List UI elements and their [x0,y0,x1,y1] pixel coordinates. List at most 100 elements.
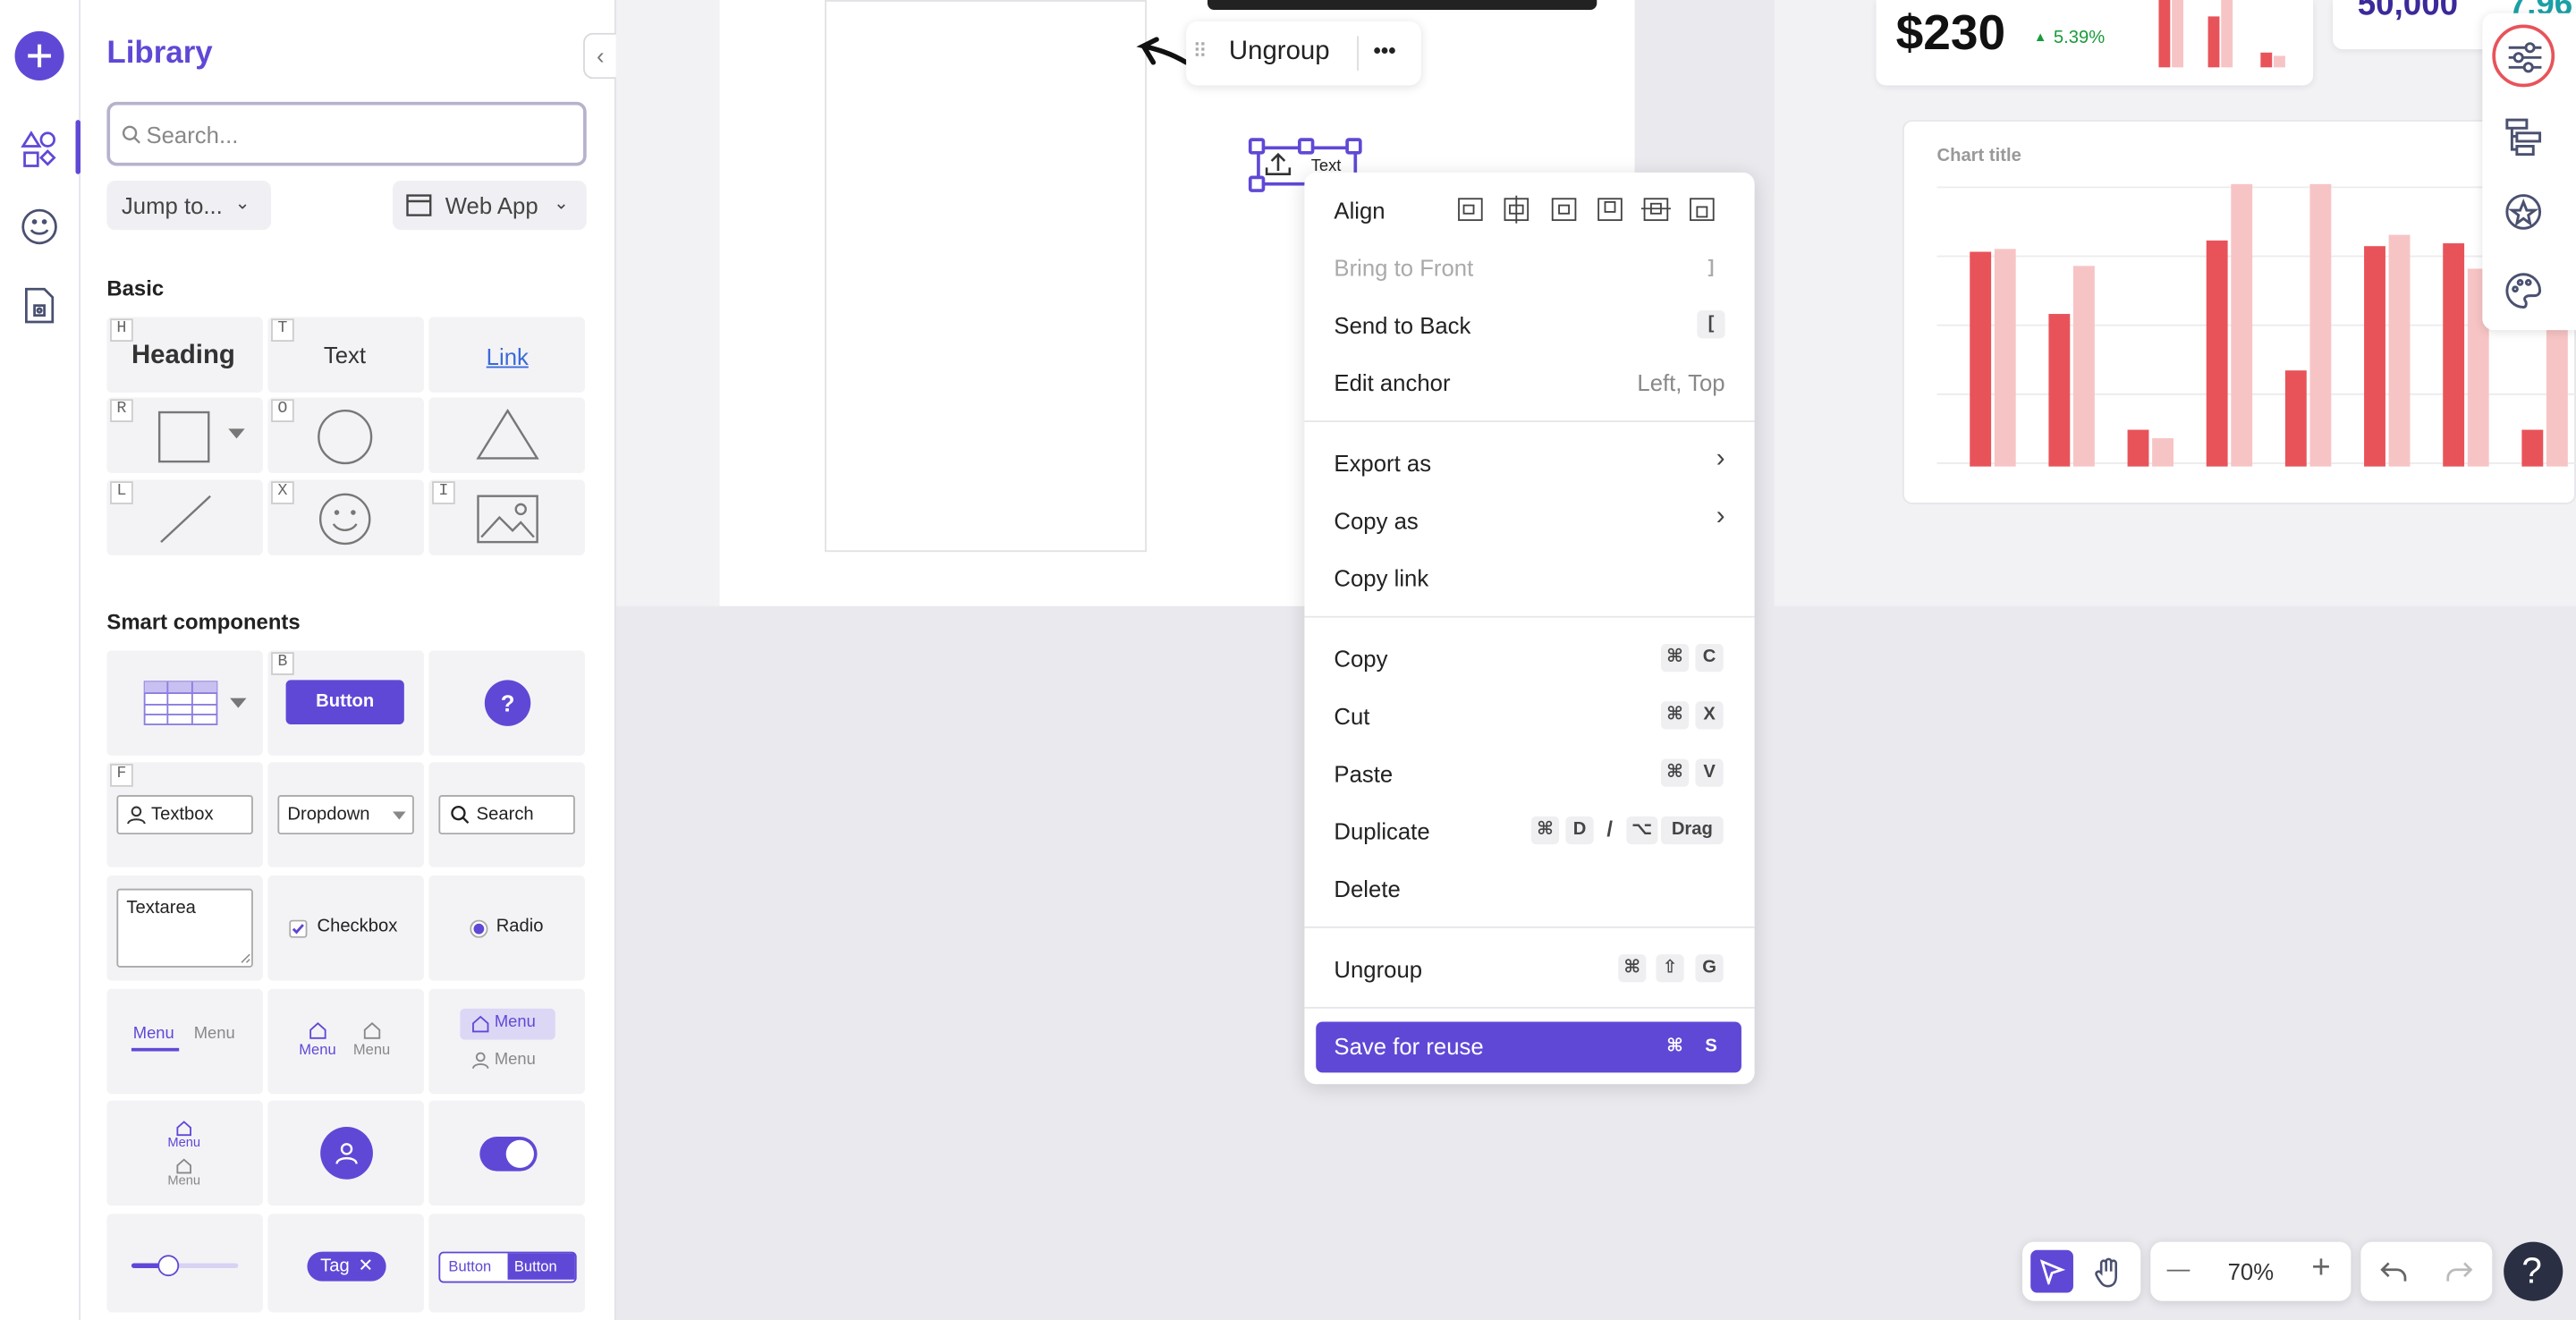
redo-icon[interactable] [2445,1257,2474,1286]
menu-copy-link[interactable]: Copy link [1334,565,1428,591]
tile-icon-menu[interactable]: Menu Menu [267,988,424,1095]
home-icon [472,1015,489,1033]
pointer-icon [2039,1259,2065,1285]
help-button[interactable]: ? [2504,1241,2563,1301]
tile-line[interactable]: L [106,479,263,555]
menu-duplicate[interactable]: Duplicate [1334,818,1429,844]
menu-item-active: Menu [167,1135,201,1150]
menu-export-as[interactable]: Export as [1334,450,1431,476]
right-toolbar [2482,13,2576,331]
price-card[interactable]: $230 ▲ 5.39% [1876,0,2314,86]
search-preview-label: Search [476,805,534,825]
ungroup-button[interactable]: Ungroup [1229,38,1330,67]
tile-link[interactable]: Link [428,317,585,393]
sliders-icon [2508,42,2542,73]
tile-avatar[interactable] [267,1100,424,1206]
shortcut-key: F [110,764,133,787]
tile-tag[interactable]: Tag ✕ [267,1214,424,1313]
option-key: ⌥ [1626,816,1657,845]
collapse-panel-button[interactable]: ‹ [583,32,616,80]
number-a: 50,000 [2357,0,2459,23]
menu-delete[interactable]: Delete [1334,876,1400,901]
resize-grip-icon [241,953,250,963]
menu-paste[interactable]: Paste [1334,760,1393,786]
undo-icon[interactable] [2379,1257,2409,1286]
caret-down-icon [392,811,406,820]
menu-copy[interactable]: Copy [1334,646,1387,672]
tile-table[interactable] [106,650,263,756]
tile-vertical-menu[interactable]: Menu Menu [428,988,585,1095]
resize-handle[interactable] [1248,175,1266,192]
chart-bar [2388,234,2411,467]
layers-tree-icon[interactable] [2504,116,2543,157]
saved-components-icon[interactable] [20,286,59,326]
user-icon [335,1143,358,1164]
home-icon [309,1022,326,1039]
properties-button[interactable] [2492,24,2555,88]
caret-down-icon[interactable] [228,697,248,710]
menu-cut[interactable]: Cut [1334,703,1369,729]
resize-handle[interactable] [1298,138,1315,155]
more-options-icon[interactable]: ••• [1374,38,1396,63]
tile-textbox[interactable]: F Textbox [106,762,263,867]
emoji-icon[interactable] [20,207,59,246]
hand-tool-icon[interactable] [2091,1257,2124,1290]
menu-copy-as[interactable]: Copy as [1334,508,1418,534]
tile-image[interactable]: I [428,479,585,555]
drag-handle-icon[interactable]: ⠿ [1192,39,1207,63]
tile-search[interactable]: Search [428,762,585,867]
menu-ungroup[interactable]: Ungroup [1334,956,1422,982]
save-for-reuse-button[interactable]: Save for reuse ⌘ S [1316,1021,1741,1073]
chart-bar [2521,429,2544,467]
tile-button[interactable]: B Button [267,650,424,756]
tile-button-group[interactable]: Button Button [428,1214,585,1313]
chart-bar [2231,183,2253,467]
edit-anchor-value: Left, Top [1637,369,1725,396]
select-tool-button[interactable] [2030,1249,2073,1293]
left-rail [0,0,81,1320]
palette-icon[interactable] [2504,271,2543,310]
tile-emoji[interactable]: X [267,479,424,555]
jump-to-dropdown[interactable]: Jump to... ⌄ [106,181,272,231]
zoom-out-button[interactable]: — [2167,1255,2190,1281]
tile-text[interactable]: T Text [267,317,424,393]
avatar [320,1127,373,1180]
frame-placeholder[interactable] [825,0,1148,553]
chart-bar [2048,314,2071,467]
tile-heading[interactable]: H Heading [106,317,263,393]
caret-down-icon[interactable] [226,427,246,441]
tile-checkbox[interactable]: Checkbox [267,875,424,981]
resize-handle[interactable] [1345,138,1362,155]
chart-title: Chart title [1936,146,2021,166]
menu-send-back[interactable]: Send to Back [1334,312,1470,338]
tile-slider[interactable] [106,1214,263,1313]
tile-stacked-menu[interactable]: Menu Menu [106,1100,263,1206]
tile-tab-menu[interactable]: Menu Menu [106,988,263,1095]
radio-preview-label: Radio [496,916,544,936]
search-input[interactable] [146,118,574,151]
menu-item: Menu [193,1025,235,1044]
magic-star-icon[interactable] [2504,192,2543,232]
tile-rectangle[interactable]: R [106,397,263,473]
library-search[interactable] [106,101,587,166]
tile-oval[interactable]: O [267,397,424,473]
tile-dropdown[interactable]: Dropdown [267,762,424,867]
button-group-preview: Button Button [438,1251,577,1283]
menu-edit-anchor[interactable]: Edit anchor [1334,369,1450,395]
tile-toggle[interactable] [428,1100,585,1206]
shapes-icon[interactable] [20,130,59,169]
tile-textarea[interactable]: Textarea [106,875,263,981]
chart-bar [2443,243,2465,467]
resize-handle[interactable] [1248,138,1266,155]
chart-card[interactable]: Chart title [1902,120,2576,504]
tile-radio[interactable]: Radio [428,875,585,981]
platform-dropdown[interactable]: Web App ⌄ [392,181,587,231]
browser-window-icon [406,194,432,216]
tile-help-icon[interactable]: ? [428,650,585,756]
button-group-second: Button [513,1257,557,1275]
add-button[interactable] [14,30,64,81]
tile-triangle[interactable] [428,397,585,473]
smiley-icon [318,493,371,546]
zoom-in-button[interactable]: + [2311,1250,2330,1288]
zoom-level[interactable]: 70% [2228,1258,2274,1284]
